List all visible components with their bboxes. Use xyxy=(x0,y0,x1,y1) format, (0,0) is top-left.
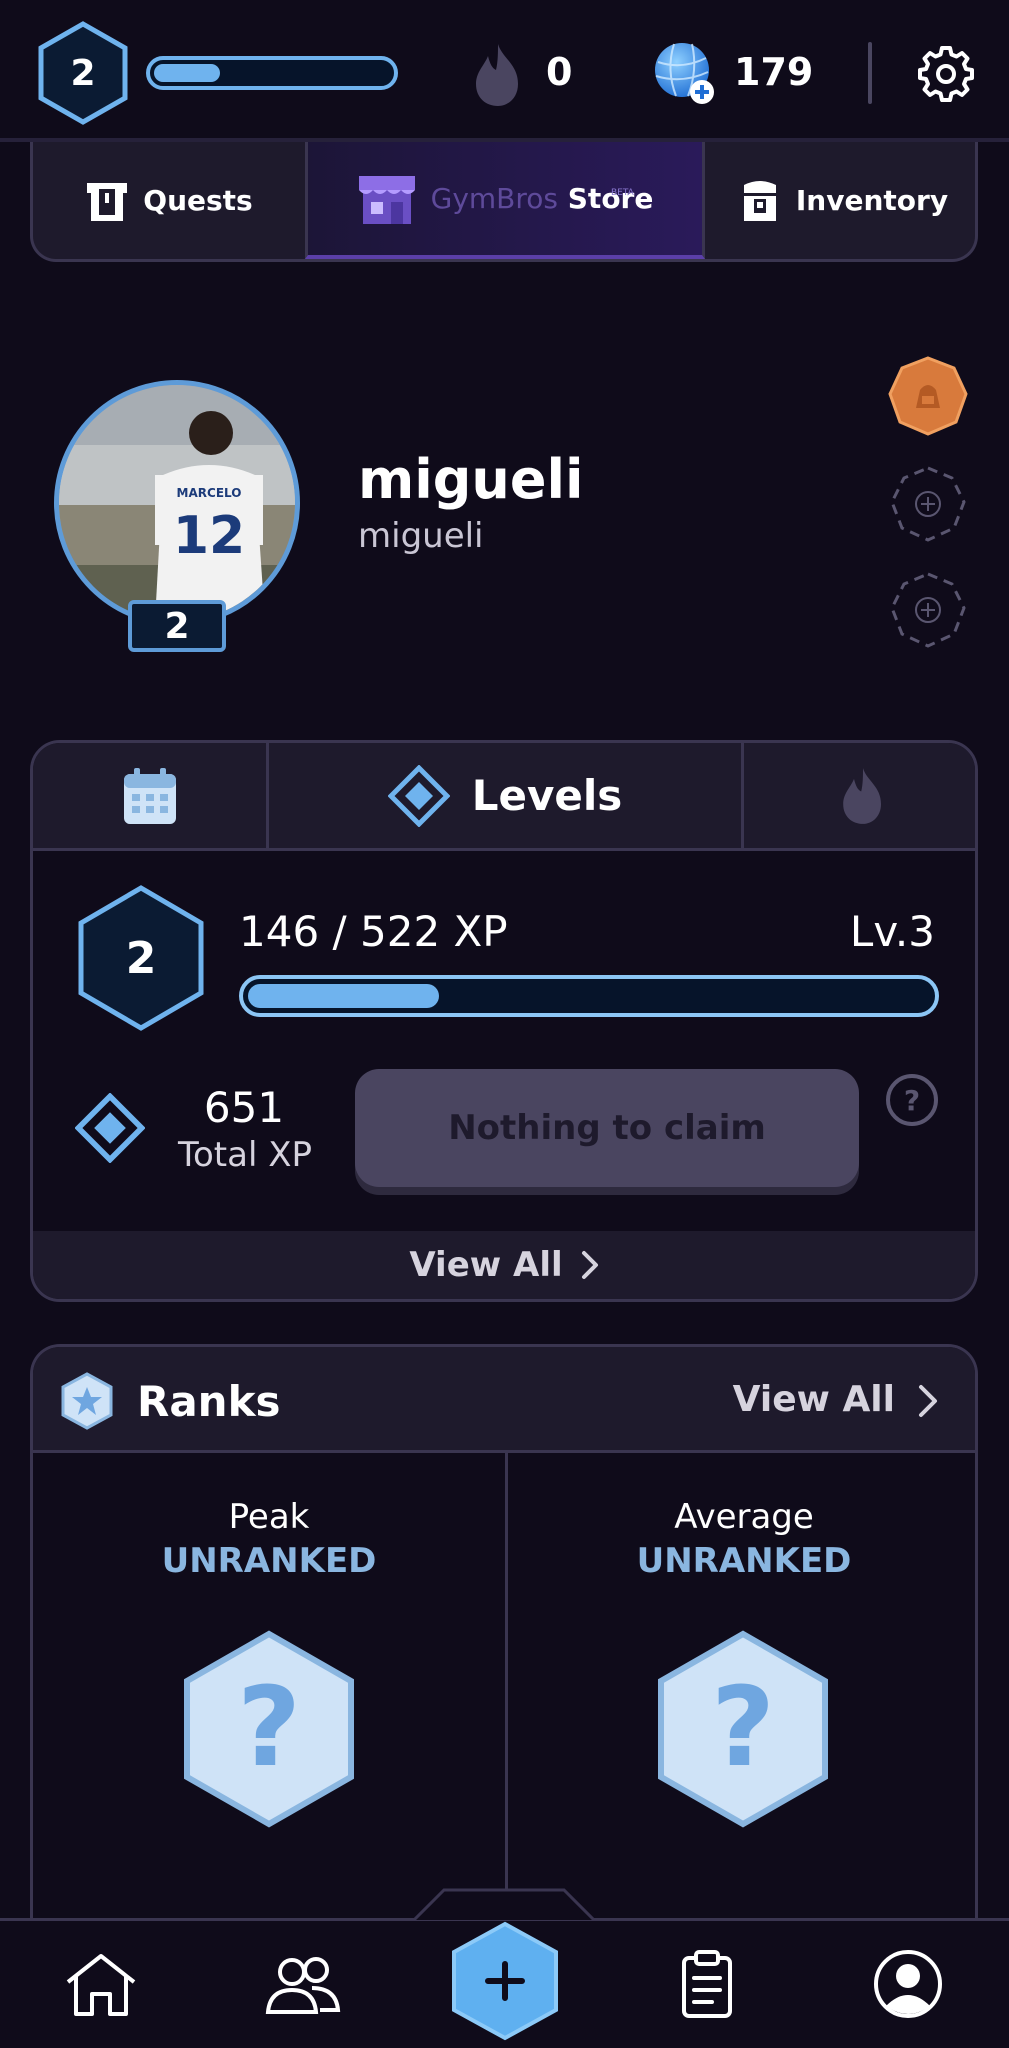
add-badge-icon[interactable] xyxy=(888,570,968,650)
nav-notch xyxy=(414,1888,594,1922)
avatar-photo: MARCELO 12 xyxy=(59,385,295,621)
level-badge-number: 2 xyxy=(70,52,96,94)
tab-gymbros-store[interactable]: GymBros Store xyxy=(305,142,705,259)
display-name: migueli xyxy=(358,448,584,511)
tab-quests[interactable]: Quests xyxy=(33,142,305,259)
help-icon[interactable]: ? xyxy=(885,1073,939,1127)
tab-inventory-label: Inventory xyxy=(795,184,949,217)
flame-icon xyxy=(842,767,881,824)
tab-inventory[interactable]: Inventory xyxy=(705,142,975,259)
top-bar: 2 0 179 xyxy=(0,0,1009,142)
ranks-view-all-label: View All xyxy=(732,1379,895,1420)
level-xp-bar xyxy=(239,975,939,1017)
tab-streak[interactable] xyxy=(741,743,975,848)
svg-text:?: ? xyxy=(711,1663,775,1791)
peak-rank-value: UNRANKED xyxy=(161,1541,377,1581)
clipboard-icon[interactable] xyxy=(680,1948,734,2020)
question-hex-icon[interactable]: ? xyxy=(179,1629,359,1829)
level-badge[interactable]: 2 xyxy=(36,20,130,126)
question-hex-icon[interactable]: ? xyxy=(653,1629,833,1829)
levels-view-all-label: View All xyxy=(409,1245,563,1285)
peak-rank-label: Peak xyxy=(228,1497,310,1537)
flame-icon[interactable] xyxy=(468,42,528,108)
tab-levels[interactable]: Levels xyxy=(269,743,741,848)
inventory-icon xyxy=(743,180,776,221)
top-xp-bar xyxy=(146,56,398,90)
avatar-level-tag: 2 xyxy=(128,600,226,652)
levels-tab-bar: Levels xyxy=(33,743,975,851)
store-icon xyxy=(358,175,415,224)
ranks-title: Ranks xyxy=(137,1377,281,1426)
diamond-xp-icon xyxy=(75,1093,145,1163)
topbar-divider xyxy=(868,42,872,104)
beta-badge: BETA xyxy=(611,188,634,198)
current-level-number: 2 xyxy=(125,932,157,984)
svg-text:?: ? xyxy=(904,1084,920,1117)
home-icon[interactable] xyxy=(64,1952,138,2018)
total-xp-value: 651 xyxy=(203,1083,285,1132)
chevron-right-icon xyxy=(919,1385,937,1417)
jersey-number: 12 xyxy=(173,506,245,566)
streak-count: 0 xyxy=(546,50,573,94)
star-hex-icon xyxy=(61,1372,113,1430)
add-badge-icon[interactable] xyxy=(888,464,968,544)
xp-progress-text: 146 / 522 XP xyxy=(239,907,508,956)
top-xp-bar-fill xyxy=(154,64,220,82)
globe-gem-icon[interactable] xyxy=(652,40,716,106)
diamond-xp-icon xyxy=(387,764,450,827)
tab-levels-label: Levels xyxy=(471,771,623,820)
current-level-badge: 2 xyxy=(75,883,207,1033)
username: migueli xyxy=(358,516,484,556)
average-rank-label: Average xyxy=(674,1497,814,1537)
store-label-gymbros: GymBros xyxy=(430,182,559,215)
store-label-store: Store xyxy=(567,182,654,215)
add-workout-button[interactable] xyxy=(444,1920,566,2042)
quests-icon xyxy=(87,182,128,221)
gear-icon[interactable] xyxy=(918,46,974,102)
tab-quests-label: Quests xyxy=(143,184,253,217)
total-xp-label: Total XP xyxy=(177,1135,312,1175)
svg-text:?: ? xyxy=(237,1663,301,1791)
peak-rank: Peak UNRANKED xyxy=(33,1497,505,1581)
average-rank-value: UNRANKED xyxy=(636,1541,852,1581)
ranks-card: Ranks View All Peak UNRANKED ? Average U… xyxy=(30,1344,978,1924)
avatar[interactable]: MARCELO 12 xyxy=(54,380,300,626)
levels-view-all-button[interactable]: View All xyxy=(33,1231,975,1299)
level-xp-bar-fill xyxy=(248,984,439,1008)
friends-icon[interactable] xyxy=(262,1954,342,2016)
average-rank: Average UNRANKED xyxy=(508,1497,975,1581)
bronze-badge-icon[interactable] xyxy=(888,356,968,436)
chevron-right-icon xyxy=(581,1251,598,1279)
claim-button[interactable]: Nothing to claim xyxy=(355,1069,859,1187)
next-level-label: Lv.3 xyxy=(849,907,935,956)
profile-icon[interactable] xyxy=(872,1948,944,2020)
jersey-name: MARCELO xyxy=(177,486,242,500)
gems-count: 179 xyxy=(734,50,814,94)
calendar-icon xyxy=(123,767,176,824)
ranks-header[interactable]: Ranks View All xyxy=(33,1347,975,1453)
levels-card: Levels 2 146 / 522 XP Lv.3 651 Total XP … xyxy=(30,740,978,1302)
tab-calendar[interactable] xyxy=(33,743,269,848)
store-tab-bar: Quests GymBros Store BETA Inventory xyxy=(30,142,978,262)
